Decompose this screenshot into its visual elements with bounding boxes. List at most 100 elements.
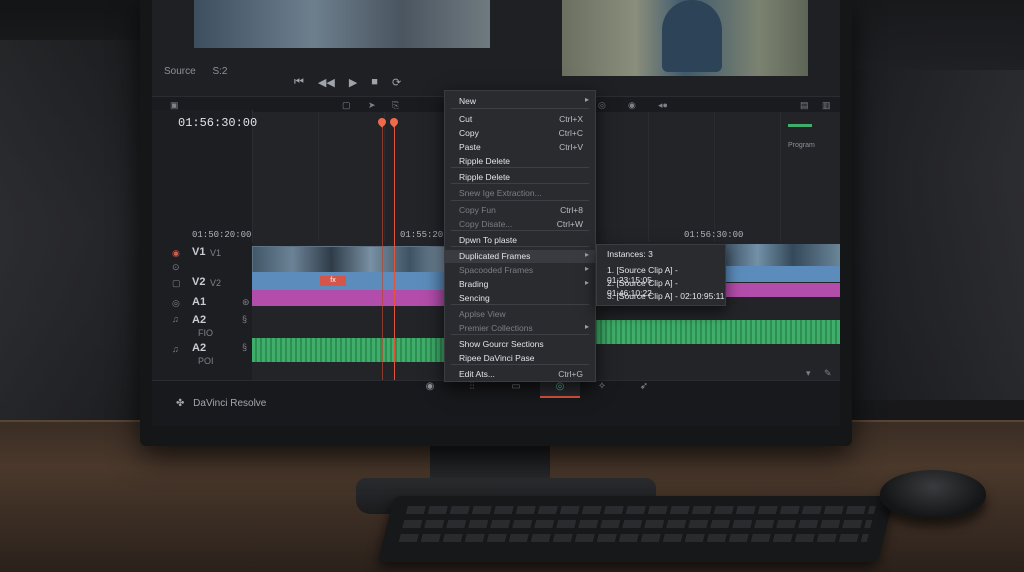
trim-tool-icon[interactable]: ⎘: [392, 100, 399, 111]
color-page-icon: ◎: [555, 381, 565, 392]
source-label: Source: [164, 66, 196, 77]
video-clip-v1[interactable]: [252, 246, 450, 274]
menu-item[interactable]: Ripple Delete: [445, 155, 595, 168]
menu-item: Copy Fun Ctrl+8: [445, 204, 595, 217]
menu-item[interactable]: Edit Ats... Ctrl+G: [445, 368, 595, 381]
keyboard: [377, 496, 895, 562]
mouse: [880, 470, 986, 518]
menu-item[interactable]: Paste Ctrl+V: [445, 141, 595, 154]
menu-item: Applse View: [445, 308, 595, 321]
menu-item: Premier Collections ▸: [445, 322, 595, 335]
video-clip-v2[interactable]: [252, 272, 448, 290]
menu-item-label: New: [459, 96, 477, 106]
tab-deliver[interactable]: ➶: [624, 378, 664, 396]
menu-item-shortcut: Ctrl+X: [559, 114, 583, 124]
stop-icon[interactable]: ■: [371, 76, 378, 89]
menu-item-label: Copy Fun: [459, 205, 496, 215]
background-shelf-left: [0, 40, 150, 460]
submenu-item[interactable]: 3. [Source Clip A] - 02:10:95:11: [607, 291, 725, 301]
submenu-arrow-icon: ▸: [584, 278, 589, 287]
loop-icon[interactable]: ⟳: [392, 76, 401, 89]
rewind-icon[interactable]: ◀◀: [318, 76, 335, 89]
track-a2-sub: FIO: [198, 328, 213, 338]
menu-item[interactable]: New ▸: [445, 95, 595, 108]
menu-item-label: Sencing: [459, 293, 490, 303]
menu-item-label: Dpwn To plaste: [459, 235, 517, 245]
record-icon[interactable]: ◉: [172, 248, 180, 259]
audio-clip-a2[interactable]: [252, 338, 448, 362]
app-name: DaVinci Resolve: [193, 398, 267, 409]
program-viewer: [562, 0, 808, 76]
menu-item-label: Ripple Delete: [459, 156, 511, 166]
settings-icon[interactable]: ▤: [800, 100, 809, 111]
menu-item-label: Copy Disate...: [459, 219, 513, 229]
menu-item[interactable]: Sencing: [445, 292, 595, 305]
app-brand: ✤ DaVinci Resolve: [176, 398, 266, 409]
solo-icon[interactable]: ⊛: [242, 297, 250, 308]
menu-item-label: Copy: [459, 128, 479, 138]
sync-icon[interactable]: §: [242, 314, 247, 324]
cut-page-icon: ⫶⫶: [469, 381, 475, 392]
media-page-icon: ◉: [425, 381, 435, 392]
menu-item: Snew Ige Extraction...: [445, 187, 595, 200]
audio-clip-a1-right[interactable]: [722, 283, 840, 297]
program-label: Program: [788, 142, 815, 149]
fullscreen-icon[interactable]: ▥: [822, 100, 831, 111]
menu-item-label: Edit Ats...: [459, 369, 495, 379]
menu-item[interactable]: Copy Ctrl+C: [445, 127, 595, 140]
submenu-arrow-icon: ▸: [584, 264, 589, 273]
menu-item-shortcut: Ctrl+G: [558, 369, 583, 379]
menu-item-label: Paste: [459, 142, 481, 152]
menu-item[interactable]: Ripee DaVinci Pase: [445, 352, 595, 365]
source-viewer: [194, 0, 490, 48]
visibility-icon[interactable]: ▢: [172, 278, 181, 289]
audio-clip-a2-right[interactable]: [592, 320, 840, 344]
audio-icon[interactable]: ◎: [172, 298, 180, 309]
audio-clip-a1[interactable]: [252, 290, 448, 306]
sync-icon-2[interactable]: §: [242, 342, 247, 352]
link-icon[interactable]: ◉: [628, 100, 636, 111]
flag-icon[interactable]: ◂●: [658, 100, 668, 111]
track-a3-label: A2: [192, 342, 207, 354]
submenu-title: Instances: 3: [607, 249, 653, 259]
lock-icon[interactable]: ⊙: [172, 262, 180, 273]
track-v2-label: V2: [192, 276, 206, 288]
play-icon[interactable]: ▶: [349, 76, 357, 89]
menu-item-label: Premier Collections: [459, 323, 533, 333]
menu-item[interactable]: Cut Ctrl+X: [445, 113, 595, 126]
video-clip-v2-right[interactable]: [722, 266, 840, 282]
speaker-icon-2[interactable]: ♫: [172, 344, 179, 354]
menu-item[interactable]: Ripple Delete: [445, 171, 595, 184]
track-v1-sub: V1: [210, 248, 222, 258]
menu-item[interactable]: Brading ▸: [445, 278, 595, 291]
menu-item[interactable]: Dpwn To plaste: [445, 234, 595, 247]
zoom-in-icon[interactable]: ✎: [824, 368, 832, 379]
deliver-page-icon: ➶: [639, 381, 649, 392]
zoom-out-icon[interactable]: ▾: [806, 368, 811, 379]
menu-item[interactable]: Show Gourcr Sections: [445, 338, 595, 351]
go-start-icon[interactable]: ⏮: [294, 76, 304, 89]
menu-item-label: Ripple Delete: [459, 172, 511, 182]
context-menu: New ▸ Cut Ctrl+X Copy Ctrl+C Paste Ctrl+V Ripple…: [444, 90, 596, 382]
menu-separator: [451, 200, 589, 201]
menu-item-label: Spacooded Frames: [459, 265, 534, 275]
menu-item-label: Applse View: [459, 309, 506, 319]
snap-icon[interactable]: ◎: [598, 100, 606, 111]
menu-item-shortcut: Ctrl+8: [560, 205, 583, 215]
resolve-logo-icon: ✤: [176, 398, 185, 409]
clip-marker-tag: fx: [320, 276, 346, 286]
menu-separator: [451, 108, 589, 109]
menu-item[interactable]: Duplicated Frames ▸: [445, 250, 595, 263]
playhead[interactable]: [394, 118, 395, 380]
track-a1-label: A1: [192, 296, 207, 308]
edit-page-icon: ▭: [511, 381, 521, 392]
speaker-icon[interactable]: ♫: [172, 314, 179, 324]
selection-tool-icon[interactable]: ▢: [342, 100, 351, 111]
menu-item-shortcut: Ctrl+C: [558, 128, 583, 138]
audio-meter: [788, 124, 812, 127]
pointer-tool-icon[interactable]: ➤: [368, 100, 376, 111]
menu-item-label: Ripee DaVinci Pase: [459, 353, 535, 363]
submenu-arrow-icon: ▸: [584, 322, 589, 331]
video-clip-v1-right[interactable]: [722, 244, 840, 266]
menu-item-label: Show Gourcr Sections: [459, 339, 544, 349]
